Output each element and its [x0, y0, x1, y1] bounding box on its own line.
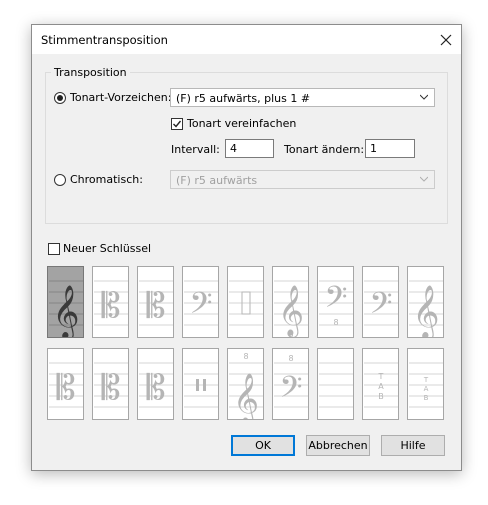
tab-clef-small-icon: TAB [409, 362, 443, 408]
treble-8va-clef-option[interactable]: 8 𝄞 [227, 348, 264, 420]
svg-text:8: 8 [243, 352, 248, 361]
svg-text:8: 8 [288, 330, 293, 338]
bass-clef-high-icon: 𝄢 [184, 280, 218, 328]
treble-clef-small-icon: 𝄞 [409, 280, 443, 338]
svg-text:𝄡: 𝄡 [147, 286, 166, 326]
bass-8vb-clef-icon: 𝄢8 [319, 280, 353, 327]
tenor-c-clef-icon: 𝄡 [139, 280, 173, 326]
svg-text:𝄞: 𝄞 [233, 373, 259, 420]
svg-text:B: B [378, 392, 384, 401]
baritone-c-clef-icon: 𝄡 [94, 362, 128, 408]
svg-text:𝄡: 𝄡 [57, 368, 76, 408]
svg-text:𝄢: 𝄢 [279, 371, 302, 412]
svg-text:B: B [424, 394, 429, 402]
soprano-c-clef-icon: 𝄡 [49, 362, 83, 408]
svg-text:8: 8 [288, 354, 293, 363]
percussion-clef-2-option[interactable] [182, 348, 219, 420]
chromatic-value: (F) r5 aufwärts [176, 174, 258, 187]
svg-text:𝄢: 𝄢 [369, 287, 392, 328]
key-signature-dropdown[interactable]: (F) r5 aufwärts, plus 1 # [170, 88, 435, 107]
key-signature-label: Tonart-Vorzeichen: [70, 91, 172, 104]
svg-text:𝄞: 𝄞 [412, 284, 439, 338]
chromatic-radio[interactable] [54, 174, 66, 186]
treble-8va-clef-icon: 8𝄞 [229, 352, 263, 420]
svg-text:𝄡: 𝄡 [102, 286, 121, 326]
title-bar: Stimmentransposition [32, 25, 461, 54]
alto-c-clef-icon: 𝄡 [94, 280, 128, 326]
blank-clef-option[interactable] [317, 348, 354, 420]
key-signature-value: (F) r5 aufwärts, plus 1 # [176, 92, 311, 105]
bass-c-clef-icon: 𝄡 [139, 362, 173, 408]
simplify-key-checkbox[interactable] [171, 118, 183, 130]
svg-text:8: 8 [333, 318, 338, 327]
ok-button[interactable]: OK [231, 435, 295, 456]
cancel-button[interactable]: Abbrechen [306, 435, 370, 456]
svg-text:A: A [424, 385, 429, 393]
svg-text:T: T [423, 376, 429, 384]
baritone-c-clef-option[interactable]: 𝄡 [92, 348, 129, 420]
new-clef-label: Neuer Schlüssel [63, 242, 152, 255]
chevron-down-icon [420, 94, 428, 100]
percussion-clef-2-icon [184, 362, 218, 408]
bass-8va-clef-icon: 8𝄢 [274, 354, 308, 412]
svg-text:𝄡: 𝄡 [102, 368, 121, 408]
blank-clef-icon [319, 362, 353, 408]
checkmark-icon [173, 120, 182, 128]
help-button[interactable]: Hilfe [381, 435, 445, 456]
transposition-dialog: Stimmentransposition Transposition Tonar… [31, 24, 462, 471]
chevron-down-icon [420, 176, 428, 182]
alto-c-clef-option[interactable]: 𝄡 [92, 266, 129, 338]
new-clef-checkbox[interactable] [48, 243, 60, 255]
treble-clef-icon: 𝄞 [49, 280, 83, 338]
key-change-field[interactable]: 1 [365, 139, 415, 158]
percussion-clef-icon [229, 280, 263, 326]
treble-8vb-clef-icon: 𝄞8 [274, 280, 308, 338]
interval-label: Intervall: [171, 143, 220, 156]
bass-clef-high-option[interactable]: 𝄢 [182, 266, 219, 338]
interval-field[interactable]: 4 [225, 139, 274, 158]
bass-clef-option[interactable]: 𝄢 [362, 266, 399, 338]
svg-text:𝄢: 𝄢 [189, 287, 212, 328]
treble-clef-option[interactable]: 𝄞 [47, 266, 84, 338]
key-signature-radio[interactable] [54, 92, 66, 104]
svg-text:𝄢: 𝄢 [324, 281, 347, 322]
key-change-label: Tonart ändern: [284, 143, 365, 156]
chromatic-dropdown[interactable]: (F) r5 aufwärts [170, 170, 435, 189]
transposition-group-label: Transposition [51, 66, 130, 79]
simplify-key-label: Tonart vereinfachen [187, 117, 297, 130]
tenor-c-clef-option[interactable]: 𝄡 [137, 266, 174, 338]
bass-8vb-clef-option[interactable]: 𝄢 8 [317, 266, 354, 338]
tab-clef-small-option[interactable]: TAB [407, 348, 444, 420]
svg-text:𝄡: 𝄡 [147, 368, 166, 408]
bass-c-clef-option[interactable]: 𝄡 [137, 348, 174, 420]
close-icon[interactable] [436, 30, 456, 50]
bass-8va-clef-option[interactable]: 8 𝄢 [272, 348, 309, 420]
treble-clef-small-option[interactable]: 𝄞 [407, 266, 444, 338]
chromatic-label: Chromatisch: [70, 173, 143, 186]
tab-clef-icon: TAB [364, 362, 398, 408]
bass-clef-icon: 𝄢 [364, 280, 398, 328]
svg-text:𝄞: 𝄞 [52, 284, 79, 338]
tab-clef-option[interactable]: TAB [362, 348, 399, 420]
soprano-c-clef-option[interactable]: 𝄡 [47, 348, 84, 420]
svg-text:A: A [378, 382, 384, 391]
svg-text:T: T [378, 372, 384, 381]
treble-8vb-clef-option[interactable]: 𝄞 8 [272, 266, 309, 338]
dialog-title: Stimmentransposition [41, 33, 168, 47]
percussion-clef-option[interactable] [227, 266, 264, 338]
